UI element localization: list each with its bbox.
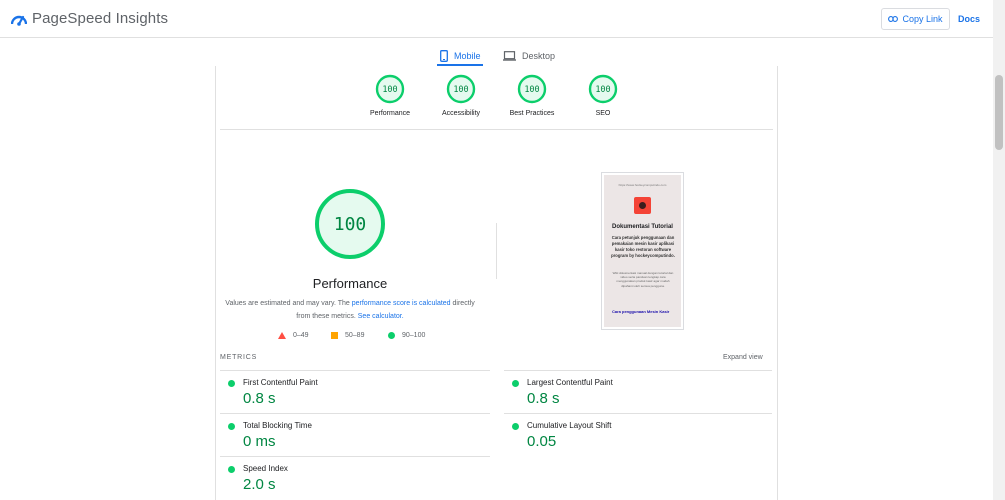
legend-pass: 90–100 (388, 332, 425, 339)
pagespeed-logo-icon (11, 15, 27, 26)
best-practices-gauge: 100 (517, 74, 547, 104)
screenshot-body: Wiki dokumentasi manual dengan tutorial … (612, 271, 674, 288)
mobile-icon (440, 50, 448, 62)
legend-fail: 0–49 (278, 332, 309, 339)
pass-circle-icon (228, 423, 235, 430)
copy-link-button[interactable]: Copy Link (881, 8, 950, 30)
metric-value: 0.05 (527, 433, 557, 450)
pass-circle-icon (512, 380, 519, 387)
metric-cumulative-layout-shift: Cumulative Layout Shift 0.05 (504, 414, 764, 454)
metric-label: Cumulative Layout Shift (527, 421, 612, 430)
tab-mobile[interactable]: Mobile (440, 46, 481, 66)
metric-label: Total Blocking Time (243, 421, 312, 430)
metric-value: 0.8 s (527, 390, 560, 407)
performance-main-gauge: 100 (315, 189, 385, 259)
seo-score: 100 (595, 85, 610, 95)
copy-link-label: Copy Link (902, 14, 943, 24)
tab-mobile-label: Mobile (454, 51, 481, 61)
desc-text-1: Values are estimated and may vary. The (225, 300, 352, 307)
scrollbar-thumb[interactable] (995, 75, 1003, 150)
best-practices-score: 100 (524, 85, 539, 95)
pass-circle-icon (228, 466, 235, 473)
triangle-icon (278, 332, 286, 339)
seo-label: SEO (595, 110, 611, 117)
metric-label: Largest Contentful Paint (527, 378, 613, 387)
metric-value: 0 ms (243, 433, 276, 450)
performance-score: 100 (382, 85, 397, 95)
performance-main-score: 100 (334, 214, 367, 235)
performance-label: Performance (369, 110, 411, 117)
legend-average-range: 50–89 (345, 332, 365, 339)
screenshot-link: Cara penggunaan Mesin Kasir (612, 309, 670, 314)
legend-average: 50–89 (331, 332, 364, 339)
page-screenshot[interactable]: https://www.hockeycomputindo.com Dokumen… (601, 172, 684, 330)
top-bar: PageSpeed Insights Copy Link Docs (0, 0, 993, 38)
pass-circle-icon (228, 380, 235, 387)
scrollbar[interactable] (993, 0, 1005, 500)
section-divider (220, 129, 773, 130)
screenshot-subheading: Cara petunjuk penggunaan dan pemakaian m… (611, 235, 675, 258)
metric-speed-index: Speed Index 2.0 s (220, 457, 480, 497)
square-icon (331, 332, 338, 339)
pass-circle-icon (512, 423, 519, 430)
performance-gauge: 100 (375, 74, 405, 104)
desktop-icon (503, 51, 516, 61)
screenshot-content: https://www.hockeycomputindo.com Dokumen… (604, 175, 681, 327)
metric-value: 2.0 s (243, 476, 276, 493)
see-calculator-link[interactable]: See calculator. (358, 313, 404, 320)
accessibility-score: 100 (453, 85, 468, 95)
legend-pass-range: 90–100 (402, 332, 426, 339)
metric-largest-contentful-paint: Largest Contentful Paint 0.8 s (504, 371, 764, 411)
metrics-title: METRICS (220, 354, 258, 361)
metric-label: First Contentful Paint (243, 378, 318, 387)
metric-total-blocking-time: Total Blocking Time 0 ms (220, 414, 480, 454)
performance-description: Values are estimated and may vary. The p… (225, 297, 475, 323)
screenshot-heading: Dokumentasi Tutorial (612, 224, 673, 230)
logo[interactable]: PageSpeed Insights (11, 10, 168, 27)
circle-icon (388, 332, 395, 339)
metric-label: Speed Index (243, 464, 288, 473)
performance-title: Performance (312, 276, 388, 291)
docs-link[interactable]: Docs (958, 14, 980, 24)
link-icon (888, 16, 899, 22)
screenshot-url: https://www.hockeycomputindo.com (618, 183, 667, 187)
accessibility-gauge: 100 (446, 74, 476, 104)
expand-view-button[interactable]: Expand view (723, 354, 763, 361)
accessibility-label: Accessibility (441, 110, 481, 117)
app-title: PageSpeed Insights (32, 10, 169, 27)
metric-value: 0.8 s (243, 390, 276, 407)
site-logo-icon (634, 197, 651, 214)
legend-fail-range: 0–49 (293, 332, 309, 339)
tab-desktop-label: Desktop (522, 51, 556, 61)
tab-desktop[interactable]: Desktop (503, 46, 555, 66)
seo-gauge: 100 (588, 74, 618, 104)
best-practices-label: Best Practices (509, 110, 555, 117)
performance-score-link[interactable]: performance score is calculated (352, 300, 451, 307)
metric-first-contentful-paint: First Contentful Paint 0.8 s (220, 371, 480, 411)
vertical-divider (496, 223, 497, 279)
